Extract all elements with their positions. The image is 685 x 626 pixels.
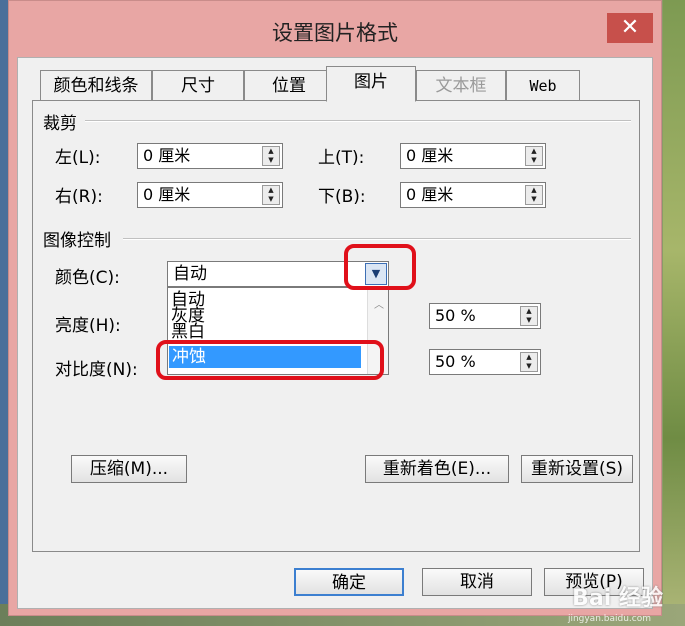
color-combobox-value: 自动 bbox=[173, 264, 207, 284]
dialog-title: 设置图片格式 bbox=[272, 21, 398, 45]
ok-button[interactable]: 确定 bbox=[294, 568, 404, 596]
crop-bottom-label: 下(B): bbox=[318, 187, 366, 207]
contrast-spinner[interactable]: 50 % ▲ ▼ bbox=[429, 349, 541, 375]
picture-tab-panel: 裁剪 左(L): 0 厘米 ▲ ▼ 上(T): 0 厘米 ▲ ▼ 右(R): 0 厘… bbox=[32, 100, 640, 552]
contrast-spin-buttons[interactable]: ▲ ▼ bbox=[520, 352, 538, 372]
watermark-logo: Bai 经验 bbox=[572, 586, 663, 611]
tab-picture[interactable]: 图片 bbox=[326, 66, 416, 102]
crop-right-spinner[interactable]: 0 厘米 ▲ ▼ bbox=[137, 182, 283, 208]
color-label: 颜色(C): bbox=[55, 268, 120, 288]
brightness-label: 亮度(H): bbox=[55, 316, 121, 336]
crop-right-spin-buttons[interactable]: ▲ ▼ bbox=[262, 185, 280, 205]
background-right bbox=[663, 0, 685, 626]
image-control-divider bbox=[123, 238, 631, 240]
annotation-ring-washout-option bbox=[156, 340, 384, 380]
tab-size[interactable]: 尺寸 bbox=[152, 70, 244, 100]
crop-section-label: 裁剪 bbox=[43, 114, 77, 134]
close-button[interactable]: ✕ bbox=[607, 13, 653, 43]
reset-button[interactable]: 重新设置(S) bbox=[521, 455, 633, 483]
brightness-spin-buttons[interactable]: ▲ ▼ bbox=[520, 306, 538, 326]
image-control-section-label: 图像控制 bbox=[43, 231, 111, 251]
crop-left-spinner[interactable]: 0 厘米 ▲ ▼ bbox=[137, 143, 283, 169]
crop-left-spin-buttons[interactable]: ▲ ▼ bbox=[262, 146, 280, 166]
tab-colors-and-lines[interactable]: 颜色和线条 bbox=[40, 70, 152, 100]
crop-bottom-spinner[interactable]: 0 厘米 ▲ ▼ bbox=[400, 182, 546, 208]
crop-top-spin-buttons[interactable]: ▲ ▼ bbox=[525, 146, 543, 166]
compress-button[interactable]: 压缩(M)... bbox=[71, 455, 187, 483]
crop-top-label: 上(T): bbox=[318, 148, 365, 168]
contrast-label: 对比度(N): bbox=[55, 360, 138, 380]
crop-top-value: 0 厘米 bbox=[406, 146, 454, 165]
dialog-client-area: 颜色和线条 尺寸 位置 图片 文本框 Web 裁剪 左(L): 0 厘米 ▲ ▼ … bbox=[17, 57, 653, 609]
tab-web[interactable]: Web bbox=[506, 70, 580, 100]
color-option-black-white[interactable]: 黑白 bbox=[171, 323, 205, 341]
watermark-url: jingyan.baidu.com bbox=[567, 614, 651, 624]
crop-bottom-spin-buttons[interactable]: ▲ ▼ bbox=[525, 185, 543, 205]
crop-right-value: 0 厘米 bbox=[143, 185, 191, 204]
brightness-value: 50 % bbox=[435, 306, 476, 325]
contrast-value: 50 % bbox=[435, 352, 476, 371]
crop-right-label: 右(R): bbox=[55, 187, 103, 207]
recolor-button[interactable]: 重新着色(E)... bbox=[365, 455, 509, 483]
crop-left-label: 左(L): bbox=[55, 148, 101, 168]
cancel-button[interactable]: 取消 bbox=[422, 568, 532, 596]
crop-left-value: 0 厘米 bbox=[143, 146, 191, 165]
close-icon: ✕ bbox=[620, 15, 640, 40]
annotation-ring-dropdown-arrow bbox=[344, 244, 416, 290]
crop-bottom-value: 0 厘米 bbox=[406, 185, 454, 204]
scroll-up-icon[interactable]: ︿ bbox=[374, 296, 384, 311]
crop-divider bbox=[85, 120, 631, 122]
brightness-spinner[interactable]: 50 % ▲ ▼ bbox=[429, 303, 541, 329]
tab-position[interactable]: 位置 bbox=[244, 70, 334, 100]
crop-top-spinner[interactable]: 0 厘米 ▲ ▼ bbox=[400, 143, 546, 169]
format-picture-dialog: 设置图片格式 ✕ 颜色和线条 尺寸 位置 图片 文本框 Web 裁剪 左(L):… bbox=[8, 0, 662, 616]
tab-text-box: 文本框 bbox=[416, 70, 506, 100]
